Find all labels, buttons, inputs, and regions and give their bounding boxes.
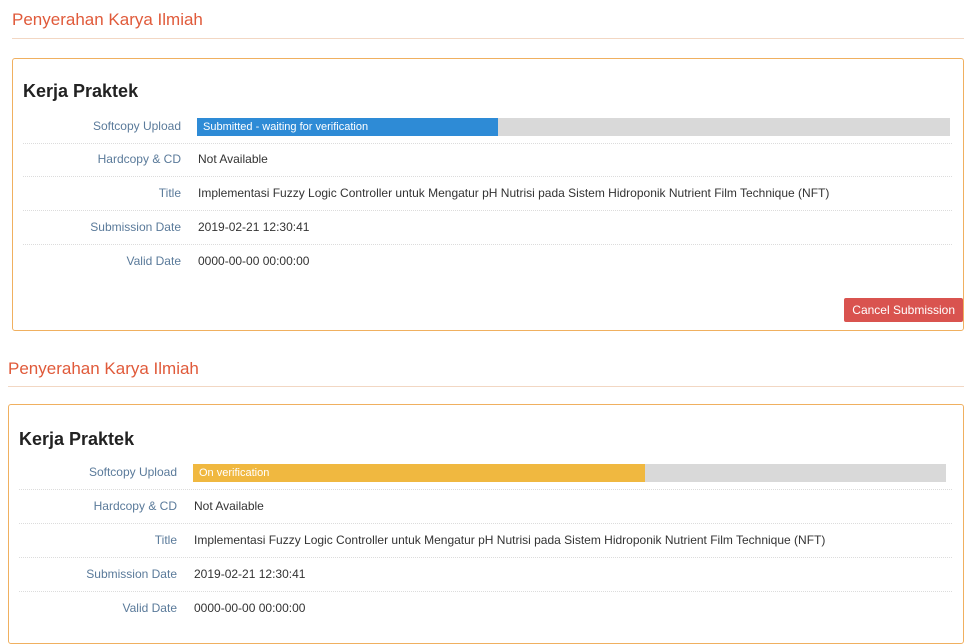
hardcopy-label: Hardcopy & CD [93, 499, 177, 513]
softcopy-row: Softcopy Upload Submitted - waiting for … [23, 110, 952, 144]
card-title: Kerja Praktek [19, 429, 135, 449]
hardcopy-row: Hardcopy & CD Not Available [19, 490, 952, 524]
submission-card: Kerja Praktek Softcopy Upload Submitted … [12, 58, 964, 331]
softcopy-progress-bar: On verification [193, 464, 946, 482]
section-title: Penyerahan Karya Ilmiah [8, 359, 199, 378]
hardcopy-value: Not Available [198, 152, 268, 166]
title-label: Title [158, 186, 181, 200]
submission-date-value: 2019-02-21 12:30:41 [198, 220, 310, 234]
title-row: Title Implementasi Fuzzy Logic Controlle… [23, 177, 952, 211]
submission-date-label: Submission Date [90, 220, 181, 234]
title-value: Implementasi Fuzzy Logic Controller untu… [198, 186, 830, 200]
title-label: Title [154, 533, 177, 547]
cancel-submission-button[interactable]: Cancel Submission [844, 298, 963, 322]
valid-date-row: Valid Date 0000-00-00 00:00:00 [19, 592, 952, 625]
section-title: Penyerahan Karya Ilmiah [12, 10, 203, 29]
softcopy-progress-fill: On verification [193, 464, 645, 482]
hardcopy-label: Hardcopy & CD [97, 152, 181, 166]
submission-date-value: 2019-02-21 12:30:41 [194, 567, 306, 581]
valid-date-value: 0000-00-00 00:00:00 [194, 601, 306, 615]
softcopy-progress-bar: Submitted - waiting for verification [197, 118, 950, 136]
softcopy-label: Softcopy Upload [88, 465, 177, 479]
hardcopy-row: Hardcopy & CD Not Available [23, 143, 952, 177]
section-divider [8, 386, 964, 387]
card-title: Kerja Praktek [23, 81, 139, 101]
submission-date-row: Submission Date 2019-02-21 12:30:41 [23, 211, 952, 245]
title-value: Implementasi Fuzzy Logic Controller untu… [194, 533, 826, 547]
valid-date-label: Valid Date [122, 601, 177, 615]
submission-card: Kerja Praktek Softcopy Upload On verific… [8, 404, 964, 644]
title-row: Title Implementasi Fuzzy Logic Controlle… [19, 524, 952, 558]
hardcopy-value: Not Available [194, 499, 264, 513]
softcopy-progress-fill: Submitted - waiting for verification [197, 118, 499, 136]
valid-date-value: 0000-00-00 00:00:00 [198, 254, 310, 268]
valid-date-label: Valid Date [126, 254, 181, 268]
submission-date-row: Submission Date 2019-02-21 12:30:41 [19, 558, 952, 592]
section-divider [12, 38, 964, 39]
softcopy-row: Softcopy Upload On verification [19, 456, 952, 490]
valid-date-row: Valid Date 0000-00-00 00:00:00 [23, 245, 952, 278]
submission-date-label: Submission Date [86, 567, 177, 581]
softcopy-label: Softcopy Upload [92, 119, 181, 133]
